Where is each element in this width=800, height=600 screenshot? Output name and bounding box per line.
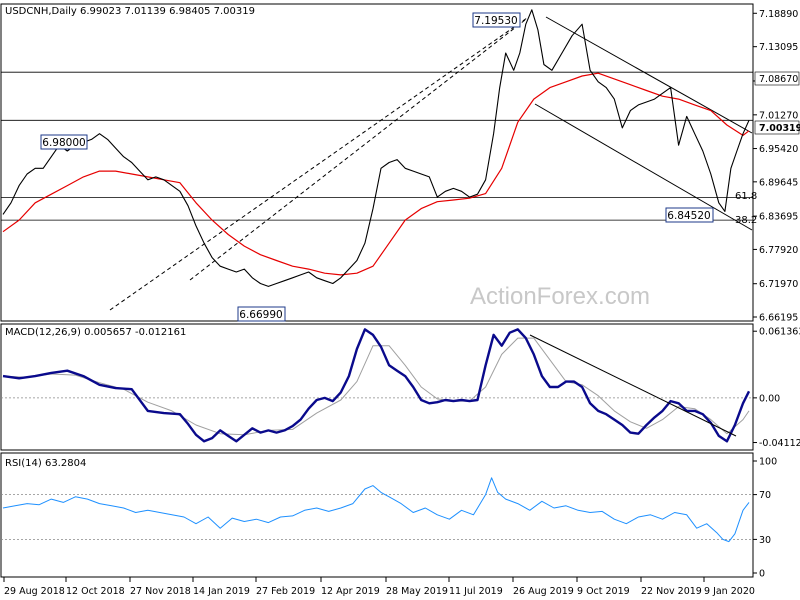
date-tick-label: 27 Nov 2018 bbox=[130, 586, 191, 597]
rsi-title: RSI(14) 63.2804 bbox=[5, 458, 86, 469]
annotation-recent-low: 6.84520 bbox=[665, 207, 714, 223]
date-tick-label: 29 Aug 2018 bbox=[4, 586, 65, 597]
date-tick-label: 14 Jan 2019 bbox=[193, 586, 250, 597]
price-tick-label: 6.95420 bbox=[759, 144, 798, 155]
annotation-high-label: 7.19530 bbox=[474, 15, 517, 27]
rsi-panel-frame bbox=[0, 452, 754, 578]
date-tick-label: 22 Nov 2019 bbox=[641, 586, 702, 597]
date-tick-label: 9 Jan 2020 bbox=[704, 586, 755, 597]
annotation-left: 6.98000 bbox=[40, 134, 88, 150]
chart-area: ActionForex.com 7.19530 6.98000 6.66990 … bbox=[0, 3, 800, 597]
macd-tick-label: 0.061363 bbox=[759, 327, 800, 338]
date-tick-label: 27 Feb 2019 bbox=[256, 586, 315, 597]
last-price-box: 7.00319 bbox=[754, 120, 800, 135]
rsi-tick-label: 0 bbox=[759, 569, 765, 580]
rsi-tick-label: 30 bbox=[759, 535, 771, 546]
rsi-tick-label: 70 bbox=[759, 490, 771, 501]
fib-618-label: 61.8 bbox=[735, 191, 757, 202]
level-label-7-08670: 7.08670 bbox=[759, 74, 798, 85]
price-tick-label: 7.01270 bbox=[759, 110, 798, 121]
date-tick-label: 12 Oct 2018 bbox=[66, 586, 125, 597]
annotation-recent-low-label: 6.84520 bbox=[667, 210, 710, 222]
annotation-left-label: 6.98000 bbox=[42, 137, 85, 149]
macd-title: MACD(12,26,9) 0.005657 -0.012161 bbox=[5, 327, 186, 338]
annotation-high: 7.19530 bbox=[472, 12, 521, 28]
date-tick-label: 11 Jul 2019 bbox=[449, 586, 503, 597]
date-tick-label: 12 Apr 2019 bbox=[321, 586, 380, 597]
macd-tick-label: 0.00 bbox=[759, 393, 780, 404]
annotation-low-label: 6.66990 bbox=[239, 309, 282, 321]
fib-382-label: 38.2 bbox=[735, 215, 757, 226]
price-title: USDCNH,Daily 6.99023 7.01139 6.98405 7.0… bbox=[5, 6, 255, 17]
watermark: ActionForex.com bbox=[470, 283, 650, 310]
macd-tick-label: -0.041124 bbox=[759, 438, 800, 449]
price-tick-label: 6.89645 bbox=[759, 177, 798, 188]
date-tick-label: 26 Aug 2019 bbox=[513, 586, 574, 597]
level-label-box: 7.08670 bbox=[754, 71, 800, 86]
date-tick-label: 28 May 2019 bbox=[386, 586, 448, 597]
price-tick-label: 7.13095 bbox=[759, 42, 798, 53]
price-tick-label: 7.18890 bbox=[759, 9, 798, 20]
price-tick-label: 6.66195 bbox=[759, 312, 798, 323]
price-tick-label: 6.83695 bbox=[759, 212, 798, 223]
last-price-label: 7.00319 bbox=[759, 123, 800, 134]
price-panel-frame bbox=[0, 3, 754, 322]
date-tick-label: 9 Oct 2019 bbox=[577, 586, 630, 597]
rsi-tick-label: 100 bbox=[759, 457, 777, 468]
price-tick-label: 6.77920 bbox=[759, 245, 798, 256]
price-tick-label: 6.71970 bbox=[759, 279, 798, 290]
annotation-low: 6.66990 bbox=[237, 306, 286, 322]
